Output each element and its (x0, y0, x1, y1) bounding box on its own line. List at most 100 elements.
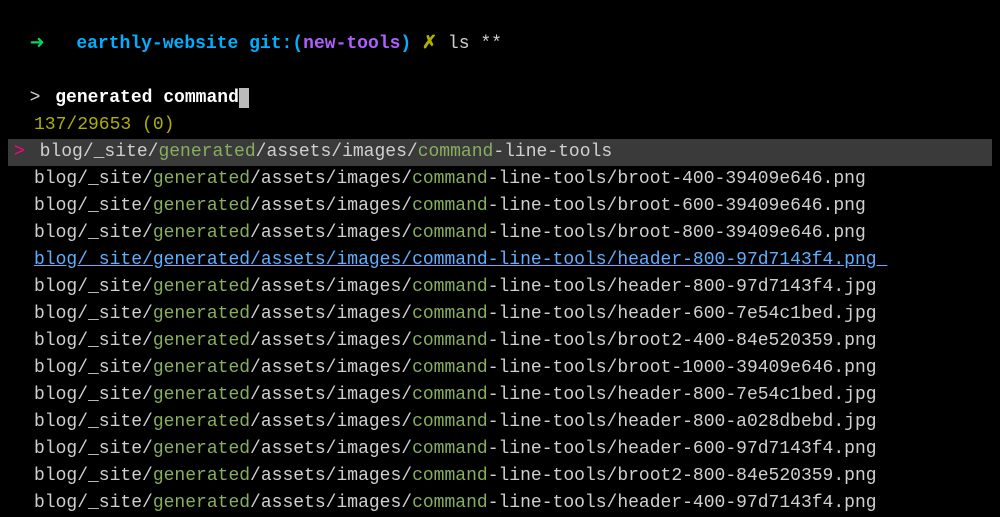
path-segment: /assets/images/ (250, 493, 412, 513)
list-item[interactable]: blog/_site/generated/assets/images/comma… (8, 220, 992, 247)
path-segment: blog/_site/ (34, 466, 153, 486)
path-segment: -line-tools/header-600-97d7143f4.png (488, 439, 877, 459)
list-item[interactable]: blog/_site/generated/assets/images/comma… (8, 436, 992, 463)
match-highlight: command (412, 466, 488, 486)
path-segment: /assets/images/ (250, 223, 412, 243)
prompt-arrow-icon: ➜ (30, 34, 45, 54)
path-segment: /assets/images/ (250, 439, 412, 459)
list-item[interactable]: blog/_site/generated/assets/images/comma… (8, 274, 992, 301)
path-segment: blog/_site/ (34, 223, 153, 243)
file-path: blog/_site/generated/assets/images/comma… (34, 358, 877, 378)
path-segment: /assets/images/ (250, 196, 412, 216)
path-segment: -line-tools/header-800-97d7143f4.jpg (488, 277, 877, 297)
path-segment: blog/_site/ (34, 358, 153, 378)
match-highlight: generated (153, 358, 250, 378)
match-highlight: generated (153, 466, 250, 486)
path-segment: /assets/images/ (250, 250, 412, 270)
file-path: blog/_site/generated/assets/images/comma… (34, 304, 877, 324)
path-segment: -line-tools/broot-1000-39409e646.png (488, 358, 877, 378)
prompt-dir: earthly-website (76, 34, 238, 54)
file-path: blog/_site/generated/assets/images/comma… (34, 412, 877, 432)
match-highlight: generated (153, 385, 250, 405)
path-segment: -line-tools/broot2-800-84e520359.png (488, 466, 877, 486)
path-segment: -line-tools/header-600-7e54c1bed.jpg (488, 304, 877, 324)
match-highlight: generated (153, 412, 250, 432)
list-item[interactable]: blog/_site/generated/assets/images/comma… (8, 193, 992, 220)
file-path: blog/_site/generated/assets/images/comma… (34, 169, 866, 189)
match-highlight: generated (153, 277, 250, 297)
selected-arrow-icon: > (14, 142, 36, 162)
match-highlight: command (412, 331, 488, 351)
match-highlight: generated (153, 493, 250, 513)
fzf-query-line[interactable]: > generated command (8, 58, 992, 112)
path-segment: -line-tools/broot-600-39409e646.png (488, 196, 866, 216)
path-segment: blog/_site/ (34, 277, 153, 297)
path-segment: -line-tools/broot-800-39409e646.png (488, 223, 866, 243)
path-segment: -line-tools/broot-400-39409e646.png (488, 169, 866, 189)
path-segment: blog/_site/ (34, 412, 153, 432)
match-highlight: command (412, 196, 488, 216)
path-segment: blog/_site/ (34, 250, 153, 270)
results-list[interactable]: > blog/_site/generated/assets/images/com… (8, 139, 992, 517)
match-highlight: command (412, 412, 488, 432)
query-arrow-icon: > (30, 88, 41, 108)
match-highlight: generated (158, 142, 255, 162)
list-item[interactable]: blog/_site/generated/assets/images/comma… (8, 328, 992, 355)
match-highlight: generated (153, 196, 250, 216)
match-highlight: generated (153, 169, 250, 189)
path-segment: -line-tools/header-800-7e54c1bed.jpg (488, 385, 877, 405)
match-highlight: command (412, 493, 488, 513)
path-segment: blog/_site/ (40, 142, 159, 162)
file-path: blog/_site/generated/assets/images/comma… (34, 331, 877, 351)
git-close: ) (400, 34, 411, 54)
path-segment: /assets/images/ (250, 385, 412, 405)
path-segment: blog/_site/ (34, 385, 153, 405)
path-segment: -line-tools/header-800-a028dbebd.jpg (488, 412, 877, 432)
list-item[interactable]: blog/_site/generated/assets/images/comma… (8, 355, 992, 382)
list-item[interactable]: > blog/_site/generated/assets/images/com… (8, 139, 992, 166)
list-item[interactable]: blog/_site/generated/assets/images/comma… (8, 409, 992, 436)
match-highlight: command (412, 385, 488, 405)
path-segment: /assets/images/ (250, 358, 412, 378)
file-path: blog/_site/generated/assets/images/comma… (34, 223, 866, 243)
match-highlight: generated (153, 250, 250, 270)
list-item[interactable]: blog/_site/generated/assets/images/comma… (8, 166, 992, 193)
path-segment: blog/_site/ (34, 304, 153, 324)
list-item[interactable]: blog/_site/generated/assets/images/comma… (8, 301, 992, 328)
path-segment: /assets/images/ (250, 304, 412, 324)
command-text: ls ** (448, 34, 502, 54)
cursor-icon (239, 88, 249, 108)
list-item[interactable]: blog/_site/generated/assets/images/comma… (8, 382, 992, 409)
git-label: git:( (249, 34, 303, 54)
path-segment: /assets/images/ (250, 466, 412, 486)
path-segment: -line-tools/broot2-400-84e520359.png (488, 331, 877, 351)
match-highlight: command (412, 250, 488, 270)
match-highlight: command (412, 169, 488, 189)
list-item[interactable]: blog/_site/generated/assets/images/comma… (8, 463, 992, 490)
path-segment: blog/_site/ (34, 439, 153, 459)
path-segment: /assets/images/ (250, 412, 412, 432)
file-path: blog/_site/generated/assets/images/comma… (34, 250, 887, 270)
query-input[interactable]: generated command (55, 88, 239, 108)
match-highlight: command (412, 304, 488, 324)
list-item[interactable]: blog/_site/generated/assets/images/comma… (8, 247, 992, 274)
match-highlight: command (418, 142, 494, 162)
shell-prompt-line: ➜ earthly-website git:(new-tools) ✗ ls *… (8, 4, 992, 58)
path-segment: blog/_site/ (34, 196, 153, 216)
file-path: blog/_site/generated/assets/images/comma… (34, 466, 877, 486)
file-path: blog/_site/generated/assets/images/comma… (34, 439, 877, 459)
match-highlight: generated (153, 304, 250, 324)
prompt-dirty-icon: ✗ (422, 34, 437, 54)
path-segment: blog/_site/ (34, 493, 153, 513)
file-path: blog/_site/generated/assets/images/comma… (34, 277, 877, 297)
match-count: 137/29653 (0) (8, 112, 992, 139)
match-highlight: command (412, 277, 488, 297)
file-path: blog/_site/generated/assets/images/comma… (34, 196, 866, 216)
match-highlight: command (412, 223, 488, 243)
path-segment: blog/_site/ (34, 169, 153, 189)
path-segment: -line-tools (493, 142, 612, 162)
path-segment: /assets/images/ (250, 169, 412, 189)
file-path: blog/_site/generated/assets/images/comma… (34, 385, 877, 405)
match-highlight: generated (153, 331, 250, 351)
match-highlight: command (412, 358, 488, 378)
